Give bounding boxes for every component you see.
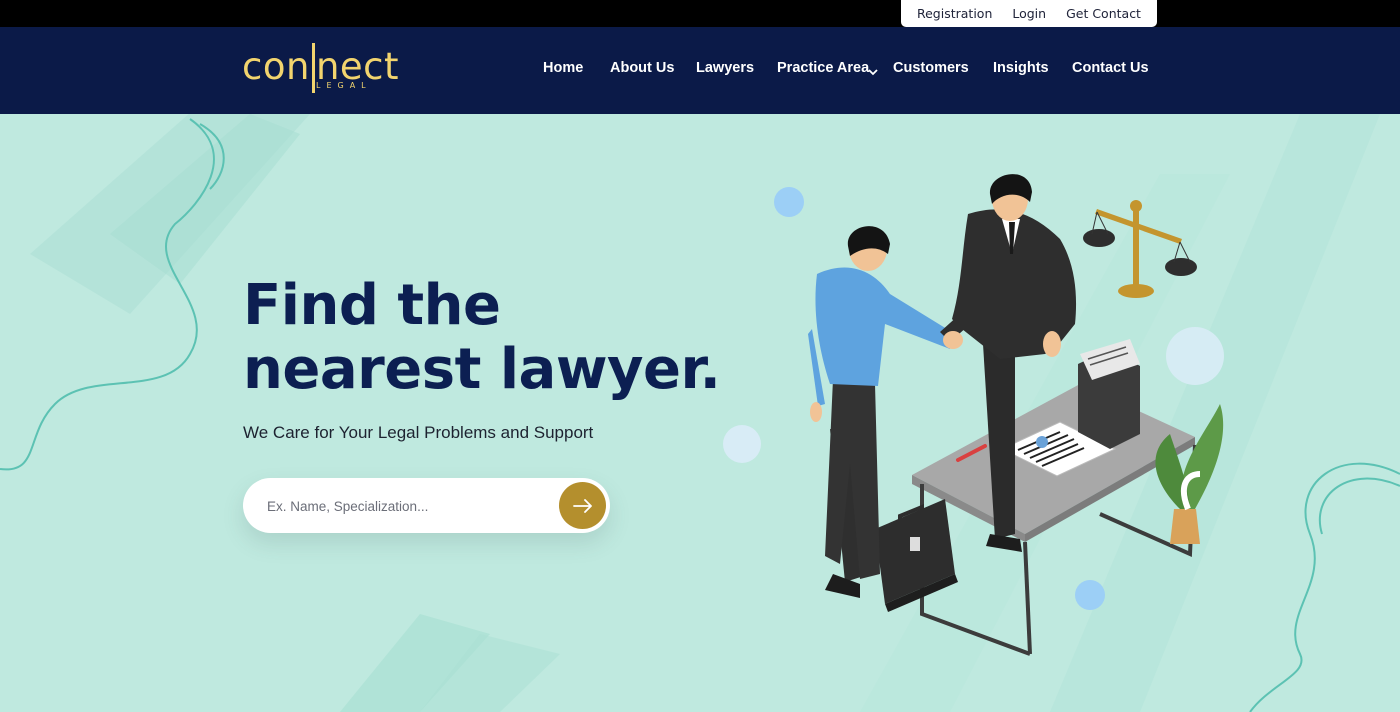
logo-bar: [312, 43, 315, 93]
utility-links: Registration Login Get Contact: [901, 0, 1157, 27]
search-submit-button[interactable]: [559, 482, 606, 529]
main-header: con nect LEGAL Home About Us Lawyers Prac…: [0, 27, 1400, 114]
hero-title: Find the nearest lawyer.: [243, 273, 721, 402]
top-bar: Registration Login Get Contact: [0, 0, 1400, 27]
nav-practice-area[interactable]: Practice Area: [777, 60, 869, 76]
search-input[interactable]: [267, 494, 547, 518]
nav-lawyers[interactable]: Lawyers: [696, 60, 754, 76]
nav-contact-us[interactable]: Contact Us: [1072, 60, 1149, 76]
nav-insights[interactable]: Insights: [993, 60, 1049, 76]
get-contact-link[interactable]: Get Contact: [1066, 6, 1141, 21]
login-link[interactable]: Login: [1012, 6, 1046, 21]
lawyer-handshake-illustration: [723, 174, 1224, 656]
hero-title-line1: Find the: [243, 273, 501, 338]
nav-customers[interactable]: Customers: [893, 60, 969, 76]
hero-subtitle: We Care for Your Legal Problems and Supp…: [243, 423, 594, 442]
hero-title-line2: nearest lawyer.: [243, 337, 721, 402]
logo-subtext: LEGAL: [316, 81, 372, 90]
nav-about-us[interactable]: About Us: [610, 60, 674, 76]
lawyer-search-box: [243, 478, 610, 533]
logo[interactable]: con nect LEGAL: [242, 41, 402, 97]
registration-link[interactable]: Registration: [917, 6, 992, 21]
arrow-right-icon: [572, 498, 592, 513]
nav-home[interactable]: Home: [543, 60, 583, 76]
hero-section: Find the nearest lawyer. We Care for You…: [0, 114, 1400, 712]
chevron-down-icon[interactable]: [868, 68, 878, 76]
